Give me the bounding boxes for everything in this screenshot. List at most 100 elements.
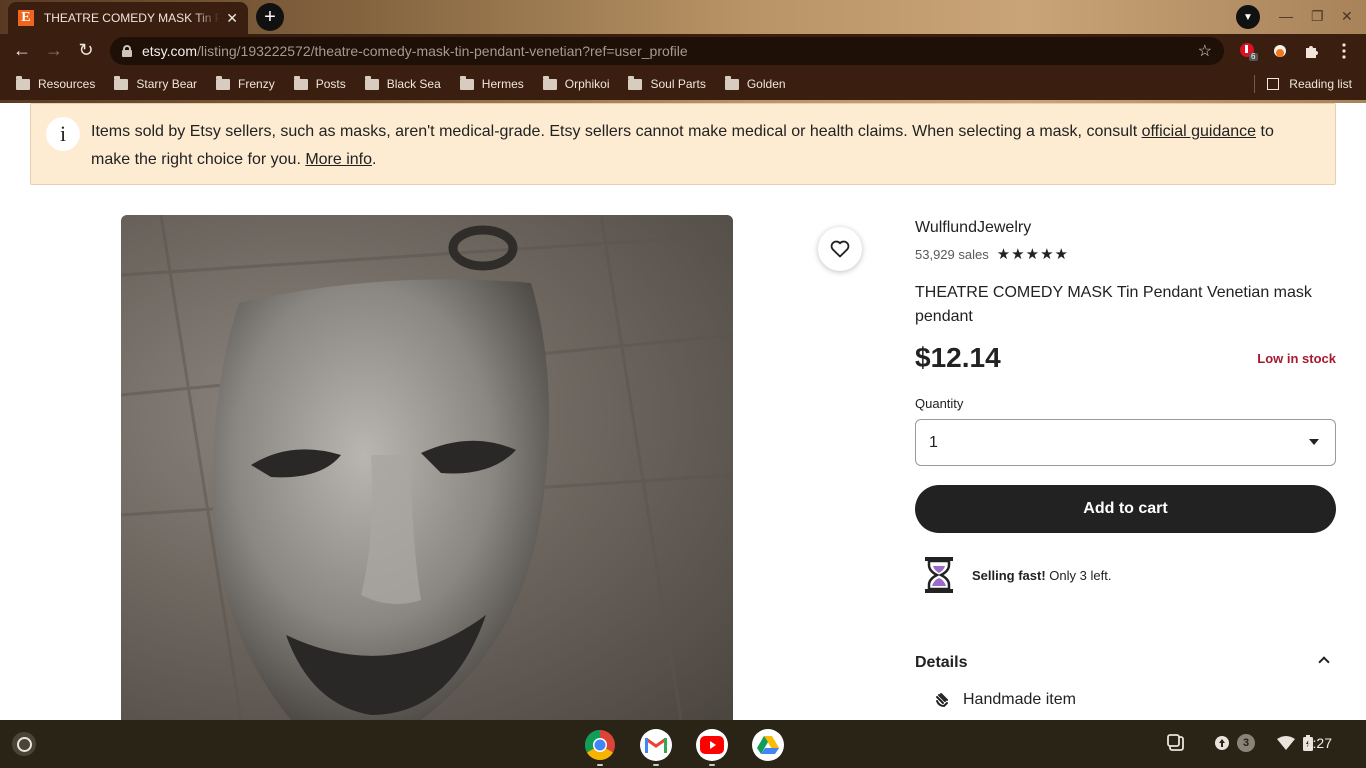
bookmark-folder[interactable]: Resources xyxy=(16,75,96,91)
clock-time[interactable]: 1:27 xyxy=(1305,735,1332,751)
update-icon[interactable] xyxy=(1212,733,1232,753)
bookmark-label: Golden xyxy=(746,77,786,91)
address-bar[interactable]: etsy.com/listing/193222572/theatre-comed… xyxy=(110,37,1224,65)
extension-badge: 6 xyxy=(1251,52,1256,61)
browser-tab-etsy[interactable]: E THEATRE COMEDY MASK Tin Pendant Veneti… xyxy=(8,2,248,34)
hourglass-icon xyxy=(925,557,953,593)
running-indicator xyxy=(709,764,715,766)
bookmark-label: Frenzy xyxy=(238,77,275,91)
bookmarks-bar: Resources Starry Bear Frenzy Posts Black… xyxy=(0,68,1366,100)
bookmark-folder[interactable]: Golden xyxy=(724,75,786,91)
bookmark-label: Posts xyxy=(315,77,346,91)
etsy-favicon-icon: E xyxy=(18,10,34,26)
reading-list-label: Reading list xyxy=(1289,77,1352,91)
new-tab-button[interactable]: + xyxy=(256,3,284,31)
reading-list-icon xyxy=(1267,78,1280,90)
lock-icon[interactable] xyxy=(122,45,132,57)
official-guidance-link[interactable]: official guidance xyxy=(1142,123,1256,140)
launcher-button[interactable] xyxy=(12,732,36,756)
folder-icon xyxy=(293,75,308,90)
folder-icon xyxy=(364,75,379,90)
product-price: $12.14 xyxy=(915,342,1001,373)
browser-toolbar: ← → ↻ etsy.com/listing/193222572/theatre… xyxy=(0,34,1366,68)
chevron-down-icon xyxy=(1309,439,1319,445)
detail-item-label: Handmade item xyxy=(963,691,1076,708)
shop-name-link[interactable]: WulflundJewelry xyxy=(915,219,1031,237)
running-indicator xyxy=(653,764,659,766)
url-host: etsy.com xyxy=(142,43,197,59)
heart-icon xyxy=(830,240,850,258)
reading-list-button[interactable]: Reading list xyxy=(1267,77,1352,91)
bookmark-folder[interactable]: Soul Parts xyxy=(628,75,706,91)
folder-icon xyxy=(628,75,643,90)
extension-ball-icon[interactable] xyxy=(1270,41,1290,61)
running-indicator xyxy=(597,764,603,766)
more-info-link[interactable]: More info xyxy=(305,151,372,168)
bookmark-folder[interactable]: Starry Bear xyxy=(114,75,198,91)
hand-icon xyxy=(936,693,948,708)
minimize-icon[interactable]: — xyxy=(1279,8,1293,24)
folder-icon xyxy=(216,75,231,90)
selling-fast-text: Selling fast! Only 3 left. xyxy=(972,567,1112,583)
rating-stars-icon[interactable]: ★★★★★ xyxy=(997,245,1069,263)
bookmark-folder[interactable]: Frenzy xyxy=(216,75,275,91)
product-title: THEATRE COMEDY MASK Tin Pendant Venetian… xyxy=(915,284,1312,325)
folder-icon xyxy=(16,75,30,90)
add-to-cart-button[interactable]: Add to cart xyxy=(915,485,1336,533)
url-path: /listing/193222572/theatre-comedy-mask-t… xyxy=(196,43,688,59)
details-section-toggle[interactable]: Details xyxy=(915,654,1336,672)
chrome-app-icon[interactable] xyxy=(584,729,616,766)
notification-count-badge[interactable]: 3 xyxy=(1237,734,1255,752)
back-icon[interactable]: ← xyxy=(10,40,34,61)
bookmark-folder[interactable]: Posts xyxy=(293,75,346,91)
bookmark-label: Resources xyxy=(38,77,96,91)
close-window-icon[interactable]: ✕ xyxy=(1341,8,1353,25)
bookmark-label: Soul Parts xyxy=(650,77,706,91)
product-image[interactable] xyxy=(121,215,733,720)
tote-icon[interactable] xyxy=(1166,733,1186,753)
extensions-puzzle-icon[interactable] xyxy=(1302,41,1322,61)
system-shelf: 3 1:27 xyxy=(0,720,1366,768)
drive-app-icon[interactable] xyxy=(752,729,784,761)
tab-strip: E THEATRE COMEDY MASK Tin Pendant Veneti… xyxy=(0,0,1366,34)
chevron-up-icon xyxy=(1318,656,1330,668)
folder-icon xyxy=(542,75,557,90)
folder-icon xyxy=(114,75,129,90)
reload-icon[interactable]: ↻ xyxy=(74,40,98,61)
bookmark-label: Orphikoi xyxy=(564,77,610,91)
quantity-value: 1 xyxy=(929,433,938,451)
bookmarks-divider xyxy=(1254,75,1255,93)
youtube-app-icon[interactable] xyxy=(696,729,728,766)
bookmark-label: Hermes xyxy=(481,77,524,91)
restore-icon[interactable]: ❐ xyxy=(1311,8,1324,25)
quantity-select[interactable]: 1 xyxy=(915,419,1336,466)
tab-title: THEATRE COMEDY MASK Tin Pendant Venetian… xyxy=(43,11,221,25)
bookmark-folder[interactable]: Orphikoi xyxy=(542,75,610,91)
bookmark-folder[interactable]: Black Sea xyxy=(364,75,441,91)
shop-sales-row: 53,929 sales ★★★★★ xyxy=(915,245,1069,263)
tab-close-icon[interactable]: ✕ xyxy=(226,10,238,27)
folder-icon xyxy=(724,75,739,90)
bookmark-label: Starry Bear xyxy=(136,77,198,91)
sales-count: 53,929 sales xyxy=(915,246,989,262)
selling-fast-notice: Selling fast! Only 3 left. xyxy=(922,556,1111,594)
comedy-mask-pendant-image xyxy=(121,215,733,720)
menu-kebab-icon[interactable] xyxy=(1334,41,1354,61)
info-icon: i xyxy=(46,117,80,151)
wifi-icon[interactable] xyxy=(1276,733,1296,753)
detail-item: Handmade item xyxy=(934,691,1076,709)
favorite-button[interactable] xyxy=(818,227,862,271)
stock-status: Low in stock xyxy=(1257,351,1336,366)
details-heading: Details xyxy=(915,654,968,671)
bookmark-star-icon[interactable]: ☆ xyxy=(1198,41,1212,61)
folder-icon xyxy=(459,75,474,90)
tab-search-icon[interactable]: ▼ xyxy=(1236,5,1260,29)
browser-chrome: E THEATRE COMEDY MASK Tin Pendant Veneti… xyxy=(0,0,1366,103)
gmail-app-icon[interactable] xyxy=(640,729,672,766)
bookmark-label: Black Sea xyxy=(386,77,441,91)
mask-notice-banner: i Items sold by Etsy sellers, such as ma… xyxy=(30,103,1336,185)
bookmark-folder[interactable]: Hermes xyxy=(459,75,524,91)
extension-icon[interactable]: 6 xyxy=(1238,41,1258,61)
forward-icon[interactable]: → xyxy=(42,40,66,61)
notice-text: Items sold by Etsy sellers, such as mask… xyxy=(91,123,1274,168)
